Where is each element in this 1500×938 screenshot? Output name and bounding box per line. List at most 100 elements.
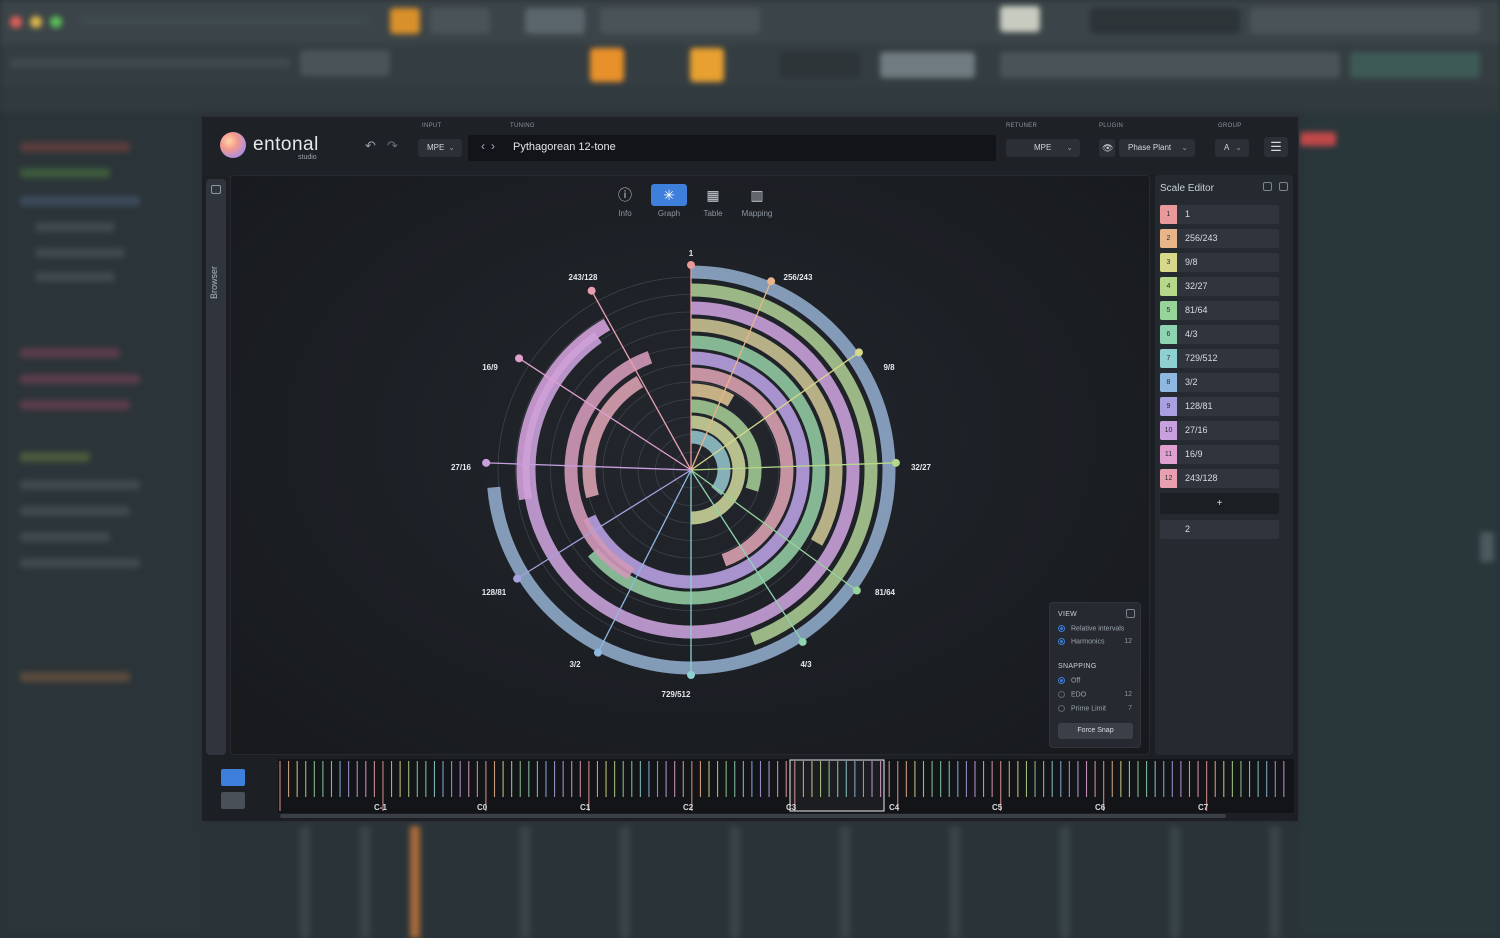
active-range[interactable] <box>789 759 885 812</box>
scale-row-ratio[interactable]: 243/128 <box>1185 469 1218 488</box>
panel-collapse-icon[interactable] <box>1279 182 1288 191</box>
logo-text: entonal <box>253 134 319 155</box>
snap-off-option[interactable]: Off <box>1058 677 1080 684</box>
scale-row-ratio[interactable]: 729/512 <box>1185 349 1218 368</box>
scale-row-ratio[interactable]: 3/2 <box>1185 373 1198 392</box>
scale-row-number: 2 <box>1160 229 1177 248</box>
plugin-select[interactable]: Phase Plant ⌄ <box>1119 139 1195 157</box>
scale-row[interactable]: 3 9/8 <box>1160 253 1279 272</box>
pitch-node[interactable] <box>854 348 863 357</box>
host-browser-item <box>20 348 120 358</box>
browser-toggle[interactable]: Browser <box>206 179 226 755</box>
scale-row-ratio[interactable]: 9/8 <box>1185 253 1198 272</box>
pitch-node[interactable] <box>587 286 596 295</box>
scale-row-ratio[interactable]: 32/27 <box>1185 277 1208 296</box>
graph-panel: ⓘ Info ✳ Graph ▦ Table ▥ Mapping 1 256/2… <box>230 175 1150 755</box>
view-snapping-panel: VIEW Relative intervals Harmonics 12 SNA… <box>1049 602 1141 748</box>
chevron-down-icon: ⌄ <box>448 143 455 152</box>
entonal-studio-window: entonal studio ↶ ↷ INPUT MPE ⌄ TUNING ‹›… <box>201 116 1299 822</box>
import-icon[interactable] <box>1263 182 1272 191</box>
octave-label: C3 <box>786 803 797 812</box>
host-browser-item <box>20 452 90 462</box>
scale-row-ratio[interactable]: 128/81 <box>1185 397 1213 416</box>
scale-row[interactable]: 7 729/512 <box>1160 349 1279 368</box>
harmonics-option[interactable]: Harmonics <box>1058 638 1104 645</box>
keyboard-view-toggles <box>221 769 245 809</box>
pitch-node[interactable] <box>798 637 807 646</box>
scale-row-number: 1 <box>1160 205 1177 224</box>
snap-edo-option[interactable]: EDO <box>1058 691 1086 698</box>
snap-prime-limit-label: Prime Limit <box>1071 705 1107 713</box>
host-transport <box>430 8 490 34</box>
scale-row-ratio[interactable]: 256/243 <box>1185 229 1218 248</box>
scale-row[interactable]: 12 243/128 <box>1160 469 1279 488</box>
scale-row[interactable]: 5 81/64 <box>1160 301 1279 320</box>
scale-row[interactable]: 2 256/243 <box>1160 229 1279 248</box>
tuning-prev-next-icon[interactable]: ‹› <box>481 139 501 153</box>
radio-icon <box>1058 638 1065 645</box>
radio-icon <box>1058 691 1065 698</box>
tuning-name[interactable]: Pythagorean 12-tone <box>513 141 616 153</box>
harmonics-value[interactable]: 12 <box>1124 638 1132 645</box>
relative-intervals-option[interactable]: Relative intervals <box>1058 625 1124 632</box>
octave-label: C0 <box>477 803 488 812</box>
force-snap-button[interactable]: Force Snap <box>1058 723 1133 739</box>
pitch-node[interactable] <box>515 354 524 363</box>
pitch-node[interactable] <box>767 277 776 286</box>
graph-label-16-9: 16/9 <box>482 363 498 372</box>
scale-row[interactable]: 11 16/9 <box>1160 445 1279 464</box>
add-note-button[interactable]: + <box>1160 493 1279 514</box>
relative-intervals-label: Relative intervals <box>1071 625 1125 633</box>
host-column <box>1270 826 1280 938</box>
pitch-node[interactable] <box>513 574 522 583</box>
scale-row[interactable]: 4 32/27 <box>1160 277 1279 296</box>
harmonics-label: Harmonics <box>1071 638 1105 646</box>
pitch-node[interactable] <box>482 458 491 467</box>
graph-label-27-16: 27/16 <box>451 463 472 472</box>
host-browser-item <box>20 168 110 178</box>
grid-keys-icon[interactable] <box>221 792 245 809</box>
scale-row-ratio[interactable]: 4/3 <box>1185 325 1198 344</box>
keyboard-scrollbar[interactable] <box>280 814 1226 818</box>
pitch-node[interactable] <box>593 648 602 657</box>
eye-icon[interactable]: 👁 <box>1099 139 1115 157</box>
piano-keys-icon[interactable] <box>221 769 245 786</box>
scale-row[interactable]: 11 <box>1160 205 1279 224</box>
keyboard[interactable]: C-1 C0 C1 C2 C3 C4 C5 C6 C7 <box>278 759 1294 813</box>
scale-row[interactable]: 9 128/81 <box>1160 397 1279 416</box>
scale-row[interactable]: 6 4/3 <box>1160 325 1279 344</box>
scale-period-row[interactable]: 2 <box>1160 520 1279 539</box>
scale-row[interactable]: 10 27/16 <box>1160 421 1279 440</box>
pitch-node[interactable] <box>687 261 695 269</box>
snap-edo-label: EDO <box>1071 691 1087 699</box>
scale-row-number: 6 <box>1160 325 1177 344</box>
redo-icon[interactable]: ↷ <box>387 138 398 154</box>
host-column <box>730 826 740 938</box>
host-column <box>520 826 530 938</box>
host-pattern-button <box>390 8 420 34</box>
host-browser-item <box>20 672 130 682</box>
input-select[interactable]: MPE ⌄ <box>418 139 462 157</box>
scale-row-number: 5 <box>1160 301 1177 320</box>
edo-value[interactable]: 12 <box>1124 691 1132 698</box>
panel-collapse-icon[interactable] <box>1126 609 1135 618</box>
snapping-title: SNAPPING <box>1058 663 1097 670</box>
plugin-topbar: entonal studio ↶ ↷ INPUT MPE ⌄ TUNING ‹›… <box>202 117 1298 175</box>
scale-row-ratio[interactable]: 16/9 <box>1185 445 1203 464</box>
scale-row-ratio[interactable]: 81/64 <box>1185 301 1208 320</box>
pitch-node[interactable] <box>891 458 900 467</box>
prime-limit-value[interactable]: 7 <box>1128 705 1132 712</box>
host-scrollbar <box>1480 532 1494 562</box>
pitch-node[interactable] <box>852 586 861 595</box>
minimize-dot-icon <box>30 16 42 28</box>
undo-icon[interactable]: ↶ <box>365 138 376 154</box>
scale-row[interactable]: 8 3/2 <box>1160 373 1279 392</box>
hamburger-menu-icon[interactable]: ☰ <box>1264 137 1288 157</box>
snap-prime-limit-option[interactable]: Prime Limit <box>1058 705 1106 712</box>
scale-editor-title: Scale Editor <box>1160 183 1214 194</box>
pitch-node[interactable] <box>687 671 695 679</box>
retuner-select[interactable]: MPE ⌄ <box>1006 139 1080 157</box>
scale-row-ratio[interactable]: 1 <box>1185 205 1190 224</box>
group-select[interactable]: A ⌄ <box>1215 139 1249 157</box>
scale-row-ratio[interactable]: 27/16 <box>1185 421 1208 440</box>
